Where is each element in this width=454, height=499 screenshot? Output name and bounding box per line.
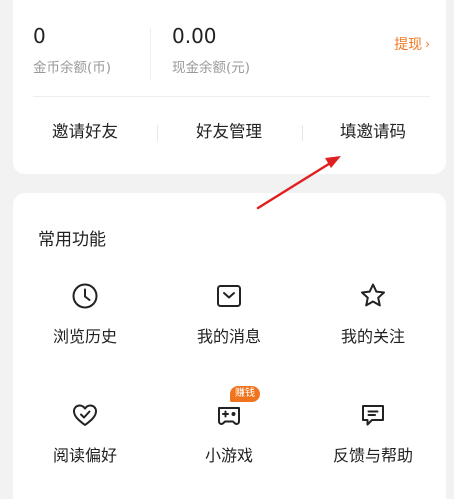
enter-invite-code-button[interactable]: 填邀请码	[301, 117, 445, 147]
feature-label: 阅读偏好	[52, 446, 117, 465]
section-title: 常用功能	[38, 230, 106, 250]
feedback-icon	[358, 400, 388, 430]
friend-actions: 邀请好友 好友管理 填邀请码	[13, 117, 446, 147]
feature-reading-preferences[interactable]: 阅读偏好	[13, 400, 157, 466]
heart-check-icon	[70, 400, 100, 430]
manage-friends-button[interactable]: 好友管理	[157, 117, 301, 147]
feature-label: 反馈与帮助	[332, 446, 413, 465]
feature-browse-history[interactable]: 浏览历史	[13, 281, 157, 347]
feature-label: 我的消息	[196, 327, 261, 346]
feature-mini-games[interactable]: 赚钱 小游戏	[157, 386, 301, 466]
feature-my-messages[interactable]: 我的消息	[157, 281, 301, 347]
invite-friends-button[interactable]: 邀请好友	[13, 117, 157, 147]
balance-section: 0 金币余额(币) 0.00 现金余额(元) 提现 ›	[13, 0, 446, 96]
coin-balance-label: 金币余额(币)	[33, 60, 112, 76]
divider	[33, 96, 430, 97]
gamepad-icon: 赚钱	[214, 386, 260, 430]
feature-feedback-help[interactable]: 反馈与帮助	[301, 400, 445, 466]
wallet-card: 0 金币余额(币) 0.00 现金余额(元) 提现 › 邀请好友 好友管理 填邀…	[13, 0, 446, 174]
features-card: 常用功能 浏览历史 我的消息 我的关注 阅读偏好 赚钱 小游戏 反馈与帮助	[13, 193, 446, 499]
divider	[150, 28, 151, 80]
cash-balance-label: 现金余额(元)	[172, 60, 251, 76]
coin-balance[interactable]: 0 金币余额(币)	[33, 24, 111, 76]
withdraw-label: 提现	[394, 37, 423, 53]
feature-label: 浏览历史	[52, 327, 117, 346]
feature-label: 小游戏	[204, 446, 253, 465]
message-icon	[214, 281, 244, 311]
clock-icon	[70, 281, 100, 311]
coin-balance-value: 0	[33, 24, 46, 48]
cash-balance-value: 0.00	[172, 24, 217, 48]
cash-balance[interactable]: 0.00 现金余额(元)	[172, 24, 250, 76]
feature-my-follows[interactable]: 我的关注	[301, 281, 445, 347]
chevron-right-icon: ›	[425, 37, 430, 51]
withdraw-link[interactable]: 提现 ›	[394, 34, 430, 54]
feature-label: 我的关注	[340, 327, 405, 346]
earn-money-badge: 赚钱	[230, 386, 260, 402]
star-icon	[358, 281, 388, 311]
